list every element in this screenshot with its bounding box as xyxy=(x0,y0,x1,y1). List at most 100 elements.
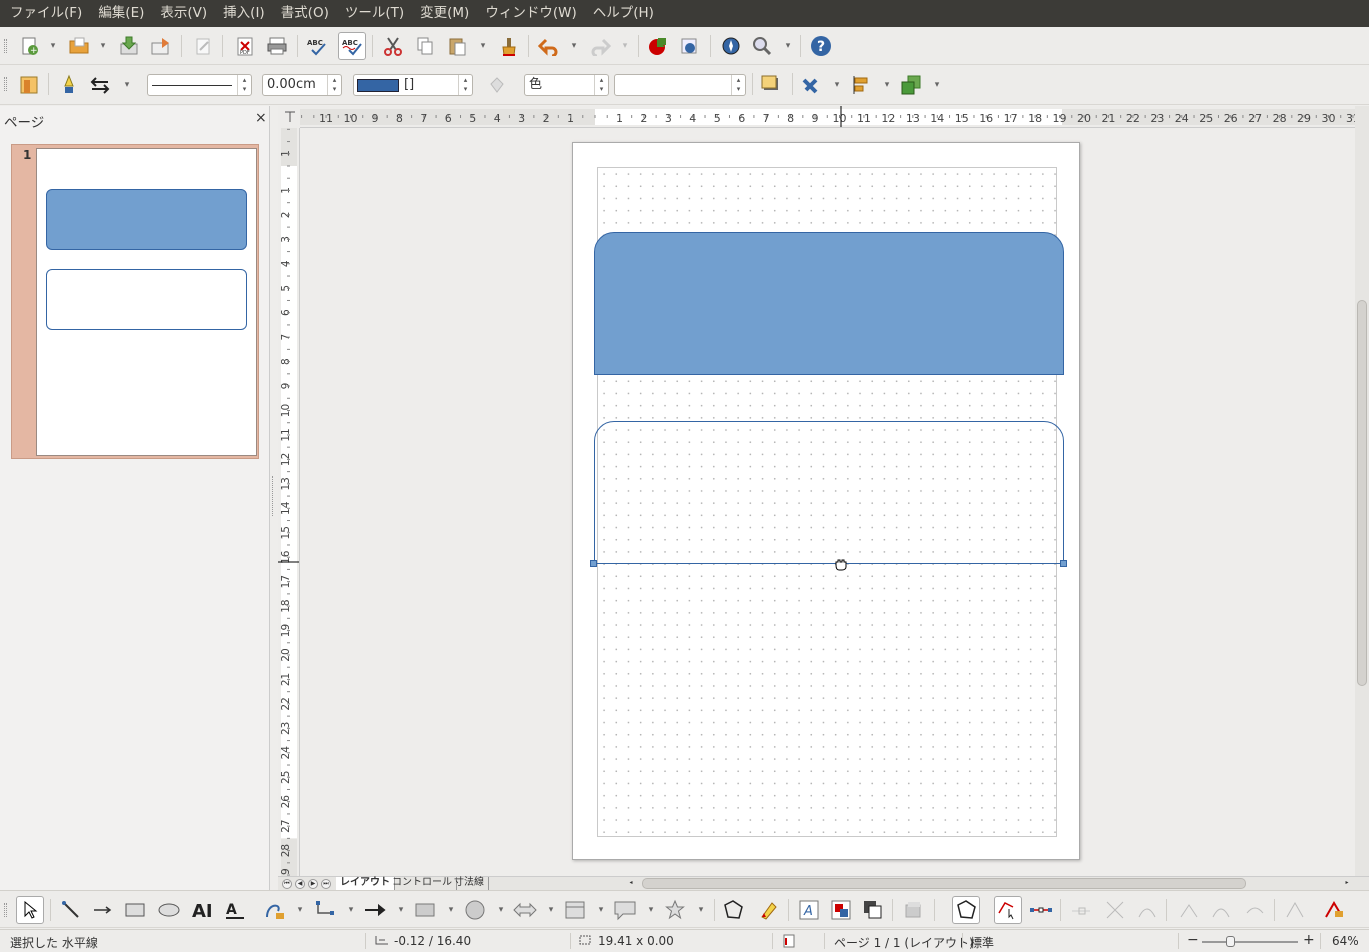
close-icon[interactable]: × xyxy=(255,110,267,126)
insert-points-icon[interactable] xyxy=(1028,897,1054,923)
drawing-canvas[interactable] xyxy=(301,129,1355,876)
tab-dimension-lines[interactable]: 寸法線 xyxy=(450,877,489,890)
arrow-style-icon[interactable] xyxy=(88,72,114,98)
line-tool-icon[interactable] xyxy=(58,897,84,923)
line-style-select[interactable]: ▴ ▾ xyxy=(147,74,252,96)
menu-insert[interactable]: 挿入(I) xyxy=(215,0,273,27)
vertical-text-tool-icon[interactable]: A xyxy=(222,897,248,923)
menu-file[interactable]: ファイル(F) xyxy=(2,0,90,27)
align-dropdown-icon[interactable]: ▾ xyxy=(882,72,892,98)
block-arrows-dropdown-icon[interactable]: ▾ xyxy=(546,897,556,923)
export-pdf-icon[interactable]: PDF xyxy=(232,33,258,59)
menu-view[interactable]: 表示(V) xyxy=(152,0,215,27)
toolbar-grip[interactable] xyxy=(4,39,7,53)
undo-dropdown-icon[interactable]: ▾ xyxy=(569,33,579,59)
block-arrows-icon[interactable] xyxy=(512,897,538,923)
basic-shapes-icon[interactable] xyxy=(412,897,438,923)
horizontal-ruler[interactable]: 11 10 9 8 7 6 5 4 3 2 1 1 2 3 4 5 6 7 8 9 10 11 12 13 14 15 16 17 18… xyxy=(300,106,1355,128)
spellcheck-icon[interactable]: ABC xyxy=(304,33,330,59)
area-fill-select[interactable]: ▴ ▾ xyxy=(614,74,746,96)
filled-rounded-shape[interactable] xyxy=(594,232,1064,375)
convert-curve-icon[interactable] xyxy=(1134,897,1160,923)
rotate-icon[interactable] xyxy=(798,72,824,98)
fontwork-gallery-icon[interactable] xyxy=(756,897,782,923)
flowchart-dropdown-icon[interactable]: ▾ xyxy=(596,897,606,923)
line-width-input[interactable]: 0.00cm ▴ ▾ xyxy=(262,74,342,96)
horizontal-scroll-thumb[interactable] xyxy=(642,878,1246,889)
eliminate-points-icon[interactable] xyxy=(1282,897,1308,923)
next-tab-icon[interactable]: ▶ xyxy=(308,879,318,889)
delete-points-icon[interactable] xyxy=(1068,897,1094,923)
selection-handle-right[interactable] xyxy=(1060,560,1067,567)
menu-format[interactable]: 書式(O) xyxy=(273,0,337,27)
zoom-dropdown-icon[interactable]: ▾ xyxy=(783,33,793,59)
lines-arrows-tool-icon[interactable] xyxy=(362,897,388,923)
menu-edit[interactable]: 編集(E) xyxy=(90,0,152,27)
cut-icon[interactable] xyxy=(380,33,406,59)
new-dropdown-icon[interactable]: ▾ xyxy=(48,33,58,59)
prev-tab-icon[interactable]: ◀ xyxy=(295,879,305,889)
paste-dropdown-icon[interactable]: ▾ xyxy=(478,33,488,59)
vertical-scrollbar[interactable] xyxy=(1355,106,1369,890)
arrange-icon[interactable] xyxy=(898,72,924,98)
rectangle-tool-icon[interactable] xyxy=(122,897,148,923)
vertical-scroll-thumb[interactable] xyxy=(1357,300,1367,686)
split-curve-icon[interactable] xyxy=(1102,897,1128,923)
zoom-out-button[interactable]: − xyxy=(1187,932,1199,948)
help-icon[interactable]: ? xyxy=(808,33,834,59)
align-icon[interactable] xyxy=(848,72,874,98)
symbol-shapes-dropdown-icon[interactable]: ▾ xyxy=(496,897,506,923)
zoom-in-button[interactable]: + xyxy=(1303,932,1315,948)
line-color-select[interactable]: [] ▴ ▾ xyxy=(353,74,473,96)
scroll-left-icon[interactable]: ◂ xyxy=(626,879,636,889)
slide-thumbnail[interactable] xyxy=(36,148,257,456)
points-icon[interactable] xyxy=(720,897,746,923)
connector-dropdown-icon[interactable]: ▾ xyxy=(346,897,356,923)
hyperlink-icon[interactable] xyxy=(676,33,702,59)
area-style-select[interactable]: 色 ▴ ▾ xyxy=(524,74,609,96)
menu-modify[interactable]: 変更(M) xyxy=(412,0,477,27)
redo-dropdown-icon[interactable]: ▾ xyxy=(620,33,630,59)
shadow-icon[interactable] xyxy=(758,72,784,98)
undo-icon[interactable] xyxy=(536,33,562,59)
outline-rounded-shape[interactable] xyxy=(594,421,1064,564)
extrusion-icon[interactable] xyxy=(900,897,926,923)
callouts-dropdown-icon[interactable]: ▾ xyxy=(646,897,656,923)
edit-points-icon[interactable] xyxy=(952,896,980,924)
stars-dropdown-icon[interactable]: ▾ xyxy=(696,897,706,923)
line-arrow-tool-icon[interactable] xyxy=(90,897,116,923)
clone-format-icon[interactable] xyxy=(496,33,522,59)
flowchart-icon[interactable] xyxy=(562,897,588,923)
basic-shapes-dropdown-icon[interactable]: ▾ xyxy=(446,897,456,923)
stars-icon[interactable] xyxy=(662,897,688,923)
chart-icon[interactable] xyxy=(644,33,670,59)
callouts-icon[interactable] xyxy=(612,897,638,923)
corner-point-icon[interactable] xyxy=(1176,897,1202,923)
open-dropdown-icon[interactable]: ▾ xyxy=(98,33,108,59)
redo-icon[interactable] xyxy=(587,33,613,59)
zoom-slider[interactable] xyxy=(1202,941,1298,943)
symmetric-point-icon[interactable] xyxy=(1242,897,1268,923)
ellipse-tool-icon[interactable] xyxy=(156,897,182,923)
text-from-file-icon[interactable]: A xyxy=(796,897,822,923)
area-icon[interactable] xyxy=(484,72,510,98)
drawing-page[interactable] xyxy=(572,142,1080,860)
line-icon[interactable] xyxy=(56,72,82,98)
zoom-icon[interactable] xyxy=(750,33,776,59)
selection-handle-left[interactable] xyxy=(590,560,597,567)
toolbar-grip[interactable] xyxy=(4,903,7,917)
last-tab-icon[interactable]: ⏭ xyxy=(321,879,331,889)
pane-splitter[interactable] xyxy=(270,106,278,890)
arrow-style-dropdown-icon[interactable]: ▾ xyxy=(122,72,132,98)
toolbar-grip[interactable] xyxy=(4,77,7,91)
ruler-corner[interactable] xyxy=(278,106,300,128)
scroll-right-icon[interactable]: ▸ xyxy=(1342,879,1352,889)
zoom-percentage[interactable]: 64% xyxy=(1332,934,1359,948)
connector-tool-icon[interactable] xyxy=(312,897,338,923)
new-icon[interactable]: + xyxy=(16,33,42,59)
save-icon[interactable] xyxy=(116,33,142,59)
paste-icon[interactable] xyxy=(444,33,470,59)
text-tool-icon[interactable]: AI xyxy=(190,897,216,923)
tab-layout[interactable]: レイアウト xyxy=(336,877,395,890)
curve-dropdown-icon[interactable]: ▾ xyxy=(295,897,305,923)
